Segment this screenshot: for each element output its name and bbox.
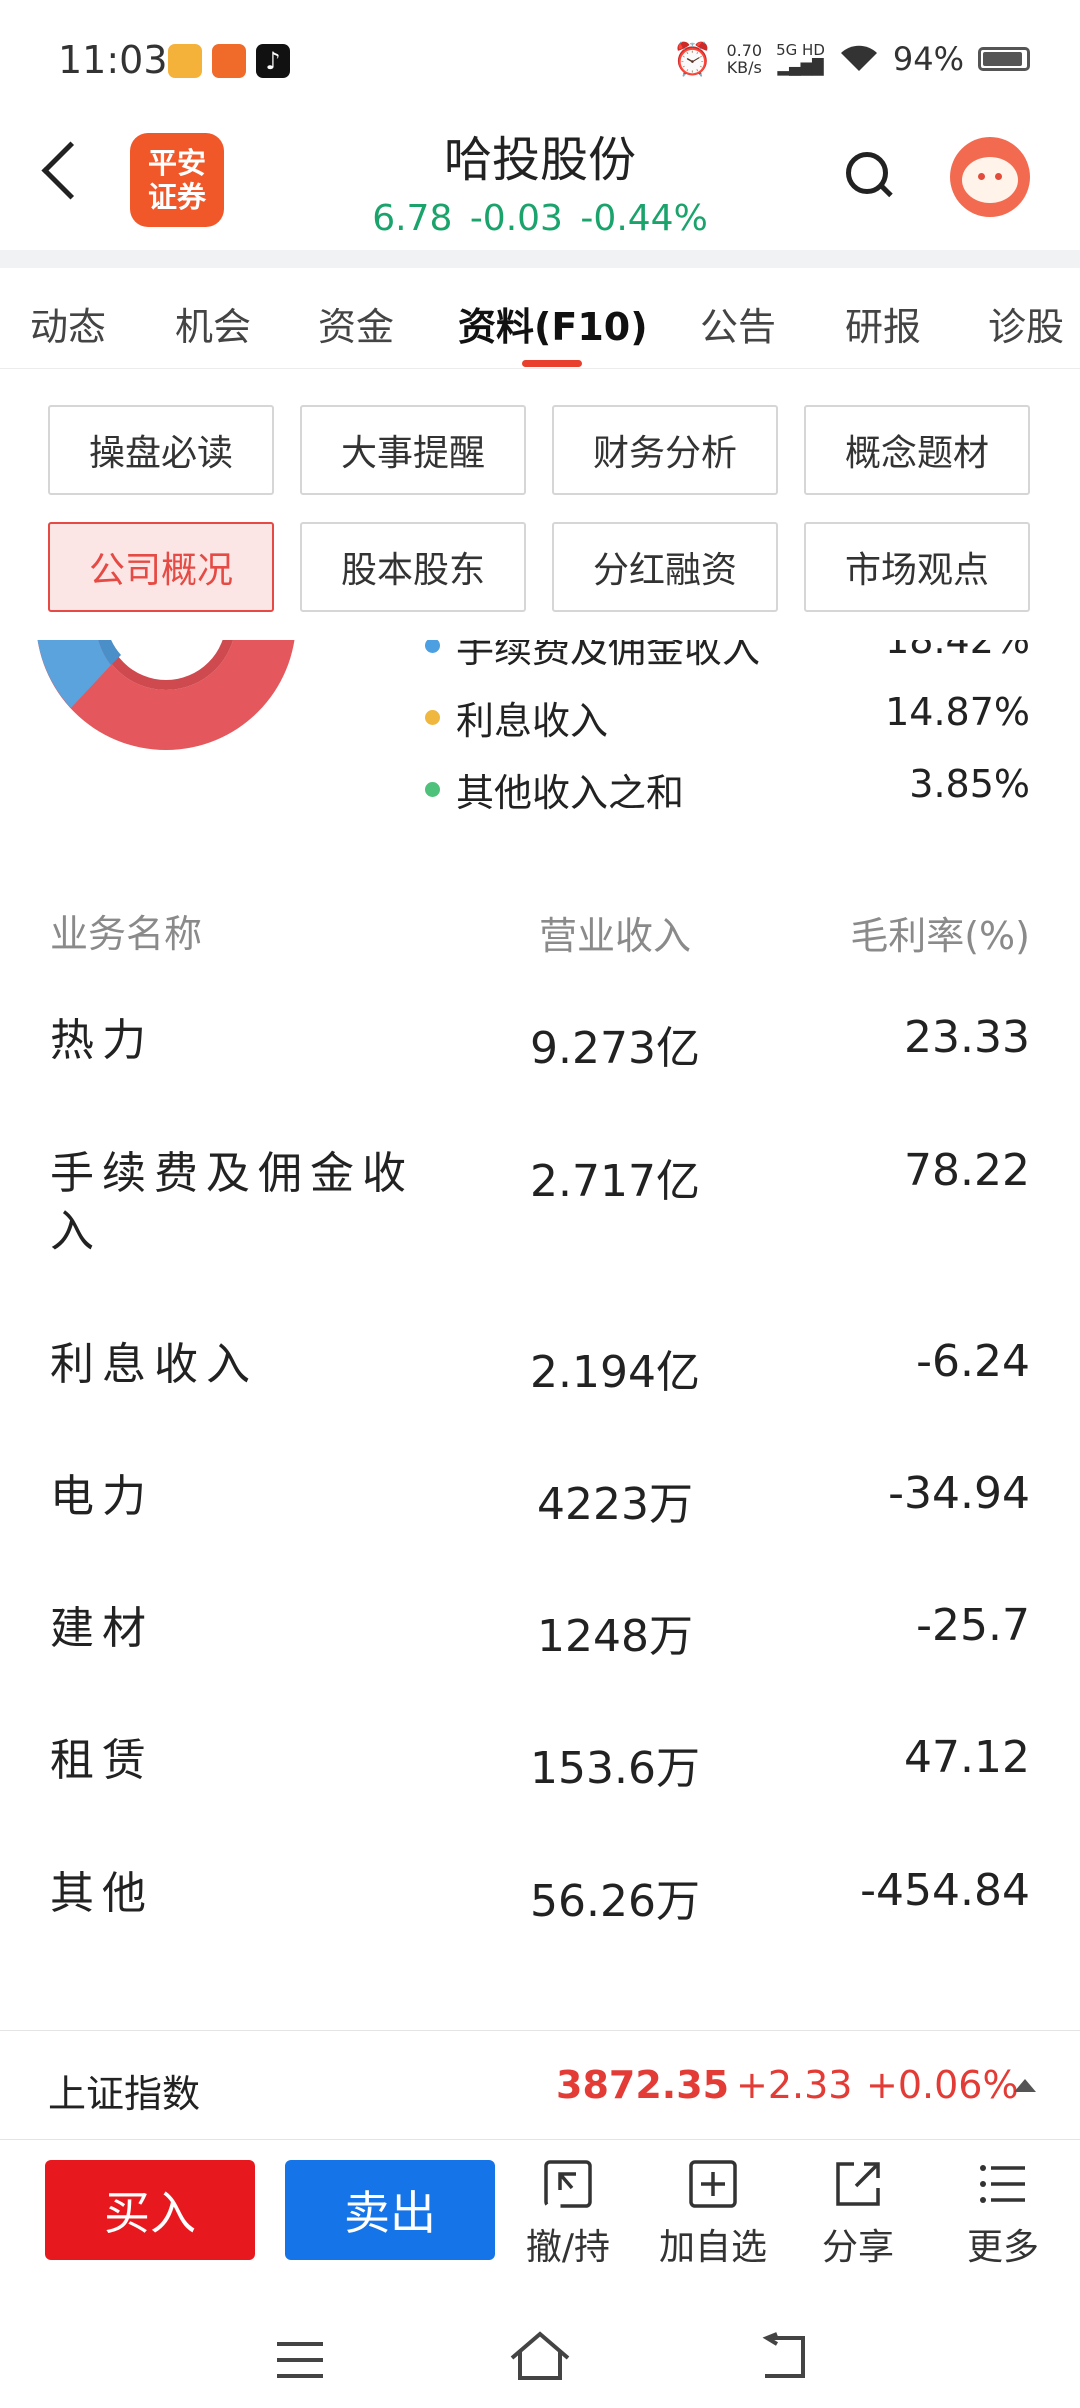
withdraw-icon [544, 2160, 592, 2208]
btn-caiwu[interactable]: 财务分析 [552, 405, 778, 495]
btn-caopan[interactable]: 操盘必读 [48, 405, 274, 495]
legend-name: 手续费及佣金收入 [456, 640, 761, 671]
btn-gainian[interactable]: 概念题材 [804, 405, 1030, 495]
row-margin: 78.22 [904, 1145, 1030, 1196]
net-speed: 0.70 KB/s [726, 41, 763, 77]
row-margin: -454.84 [860, 1865, 1030, 1916]
share-button[interactable]: 分享 [793, 2158, 923, 2270]
battery-icon [978, 47, 1030, 71]
btn-fenhong[interactable]: 分红融资 [552, 522, 778, 612]
scroll-content: 手续费及佣金收入 18.42% 利息收入 14.87% 其他收入之和 3.85%… [0, 640, 1080, 2030]
legend-name: 其他收入之和 [456, 771, 685, 815]
more-button[interactable]: 更多 [938, 2158, 1068, 2270]
row-margin: 47.12 [904, 1732, 1030, 1783]
legend-pct: 3.85% [909, 762, 1030, 806]
legend-dot [425, 710, 440, 725]
row-name: 租赁 [50, 1735, 154, 1786]
list-icon [980, 2165, 1025, 2203]
btn-shichang[interactable]: 市场观点 [804, 522, 1030, 612]
battery-percent: 94% [892, 40, 964, 78]
index-name: 上证指数 [48, 2072, 201, 2116]
row-name: 建材 [50, 1603, 154, 1654]
share-icon [836, 2162, 880, 2206]
tab-dongtai[interactable]: 动态 [30, 296, 106, 351]
menu-icon[interactable] [275, 2340, 325, 2380]
legend-dot [425, 640, 440, 653]
video-app-icon [168, 44, 202, 78]
assistant-avatar[interactable] [950, 137, 1030, 217]
legend-dot [425, 782, 440, 797]
quote-change: -0.03 [469, 198, 563, 239]
tab-zhengu[interactable]: 诊股 [988, 296, 1064, 351]
row-name: 其他 [50, 1868, 154, 1919]
index-change: +2.33 [736, 2063, 853, 2107]
btn-dashi[interactable]: 大事提醒 [300, 405, 526, 495]
search-icon[interactable] [846, 152, 888, 194]
tab-gonggao[interactable]: 公告 [700, 296, 776, 351]
sell-button[interactable]: 卖出 [285, 2160, 495, 2260]
row-margin: -6.24 [916, 1336, 1030, 1387]
legend-name: 利息收入 [456, 699, 609, 743]
back-nav-icon[interactable] [755, 2332, 807, 2382]
send-app-icon [212, 44, 246, 78]
tab-indicator [522, 360, 582, 367]
quote-change-pct: -0.44% [580, 198, 708, 239]
row-revenue: 2.717亿 [530, 1156, 700, 1207]
status-time: 11:03 [58, 38, 168, 82]
revenue-donut-chart [37, 640, 295, 750]
row-margin: -34.94 [888, 1468, 1030, 1519]
header-separator [0, 250, 1080, 268]
legend-pct: 14.87% [885, 690, 1030, 734]
row-name: 利息收入 [50, 1339, 258, 1390]
btn-guben[interactable]: 股本股东 [300, 522, 526, 612]
battery-level [983, 52, 1023, 66]
index-value: 3872.35 [556, 2063, 730, 2107]
legend-pct: 18.42% [885, 640, 1030, 662]
row-revenue: 56.26万 [530, 1876, 700, 1927]
expand-up-icon[interactable] [1014, 2079, 1036, 2092]
row-revenue: 153.6万 [530, 1743, 700, 1794]
row-revenue: 1248万 [537, 1611, 693, 1662]
signal-icon: 5G HD ▂▄▆█ [776, 41, 825, 76]
quote-price: 6.78 [372, 198, 453, 239]
row-revenue: 9.273亿 [530, 1023, 700, 1074]
tab-bar: 动态 机会 资金 资料(F10) 公告 研报 诊股 [0, 268, 1080, 369]
row-revenue: 4223万 [537, 1479, 693, 1530]
buy-button[interactable]: 买入 [45, 2160, 255, 2260]
home-icon[interactable] [508, 2330, 572, 2382]
status-right: ⏰ 0.70 KB/s 5G HD ▂▄▆█ 94% [673, 40, 1030, 78]
avatar-eye-right [995, 173, 1002, 180]
index-ticker[interactable]: 上证指数 3872.35 +2.33 +0.06% [0, 2030, 1080, 2140]
tab-f10[interactable]: 资料(F10) [458, 296, 648, 351]
status-bar: 11:03 ♪ ⏰ 0.70 KB/s 5G HD ▂▄▆█ 94% [0, 0, 1080, 120]
wifi-icon [840, 45, 877, 71]
header-margin: 毛利率(%) [850, 914, 1030, 958]
add-square-icon [689, 2160, 737, 2208]
withdraw-button[interactable]: 撤/持 [503, 2158, 633, 2270]
row-margin: -25.7 [916, 1600, 1030, 1651]
alarm-icon: ⏰ [672, 40, 713, 78]
stock-name: 哈投股份 [443, 132, 636, 188]
header-revenue: 营业收入 [538, 914, 691, 958]
row-revenue: 2.194亿 [530, 1347, 700, 1398]
avatar-face [962, 157, 1018, 203]
tiktok-icon: ♪ [256, 44, 290, 78]
tab-jihui[interactable]: 机会 [175, 296, 251, 351]
row-margin: 23.33 [904, 1012, 1030, 1063]
add-watchlist-button[interactable]: 加自选 [648, 2158, 778, 2270]
index-change-pct: +0.06% [866, 2063, 1019, 2107]
stock-quote: 6.78 -0.03 -0.44% [0, 198, 1080, 239]
avatar-eye-left [978, 173, 985, 180]
row-name: 热力 [50, 1015, 154, 1066]
row-name: 电力 [50, 1471, 154, 1522]
btn-gongsi[interactable]: 公司概况 [48, 522, 274, 612]
system-nav-bar [0, 2290, 1080, 2408]
row-name: 手续费及佣金收入 [50, 1148, 414, 1257]
header-business: 业务名称 [50, 912, 203, 956]
tab-zijin[interactable]: 资金 [318, 296, 394, 351]
tab-yanbao[interactable]: 研报 [845, 296, 921, 351]
